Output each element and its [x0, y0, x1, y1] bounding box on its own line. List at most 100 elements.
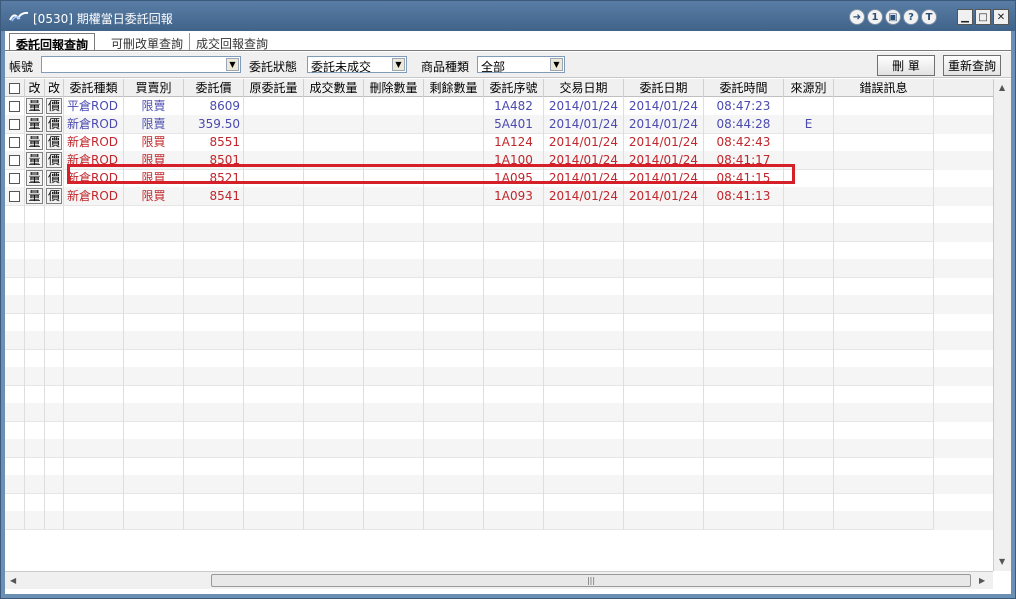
- modify-qty-button[interactable]: 量: [26, 188, 43, 204]
- cell-price: [184, 259, 244, 278]
- close-button[interactable]: ✕: [993, 9, 1009, 25]
- cell-price: [184, 421, 244, 440]
- info-icon[interactable]: 1: [867, 9, 883, 25]
- cell-chk: [5, 97, 25, 116]
- maximize-button[interactable]: □: [975, 9, 991, 25]
- modify-qty-button[interactable]: 量: [26, 152, 43, 168]
- order-grid: 改改委託種類 買賣別 委託價 原委託量 成交數量 刪除數量 剩餘數量 委託序號 交易日期 委託日期…: [5, 79, 993, 571]
- cell-chk: [5, 259, 25, 278]
- cell-serial: [484, 241, 544, 260]
- cell-serial: 1A482: [484, 97, 544, 116]
- scroll-thumb[interactable]: |||: [211, 574, 971, 587]
- modify-price-button[interactable]: 價: [45, 116, 62, 132]
- cell-side: [124, 493, 184, 512]
- print-icon[interactable]: ▣: [885, 9, 901, 25]
- cell-price_btn: [45, 205, 64, 224]
- cell-remaining: [424, 475, 484, 494]
- modify-price-button[interactable]: 價: [45, 188, 62, 204]
- table-row[interactable]: 量價新倉ROD 限買 8551 1A124 2014/01/24 2014/01/24 08…: [5, 133, 993, 152]
- requery-button[interactable]: 重新查詢: [943, 55, 1001, 76]
- table-row[interactable]: 量價平倉ROD 限賣 8609 1A482 2014/01/24 2014/01/24 08…: [5, 97, 993, 116]
- cell-deleted: [364, 133, 424, 152]
- modify-qty-button[interactable]: 量: [26, 170, 43, 186]
- table-row[interactable]: 量價新倉ROD 限賣 359.50 5A401 2014/01/24 2014/01/24…: [5, 115, 993, 134]
- row-checkbox[interactable]: [9, 173, 20, 184]
- cell-orig_qty: [244, 403, 304, 422]
- scroll-up-icon[interactable]: ▲: [999, 83, 1005, 92]
- modify-price-button[interactable]: 價: [45, 152, 62, 168]
- cell-side: [124, 475, 184, 494]
- select-all-checkbox[interactable]: [5, 79, 25, 97]
- checkbox[interactable]: [9, 83, 20, 94]
- column-header: 委託種類: [64, 79, 124, 97]
- cell-filled: [304, 97, 364, 116]
- scroll-right-icon[interactable]: ▶: [979, 576, 985, 585]
- chevron-down-icon[interactable]: ▼: [392, 58, 405, 71]
- cell-price_btn: 價: [45, 187, 64, 206]
- cell-side: 限買: [124, 169, 184, 188]
- tab-fill-report[interactable]: 成交回報查詢: [189, 33, 274, 51]
- chevron-down-icon[interactable]: ▼: [226, 58, 239, 71]
- scroll-down-icon[interactable]: ▼: [999, 557, 1005, 566]
- column-header: 原委託量: [244, 79, 304, 97]
- vertical-scrollbar[interactable]: ▲ ▼: [993, 79, 1011, 571]
- cell-error: [834, 133, 934, 152]
- cell-orig_qty: [244, 277, 304, 296]
- row-checkbox[interactable]: [9, 101, 20, 112]
- modify-qty-button[interactable]: 量: [26, 98, 43, 114]
- cell-deleted: [364, 187, 424, 206]
- row-checkbox[interactable]: [9, 137, 20, 148]
- column-header: 委託日期: [624, 79, 704, 97]
- product-select[interactable]: 全部 ▼: [477, 56, 565, 74]
- cell-qty_btn: [25, 439, 45, 458]
- empty-row: [5, 223, 993, 242]
- cell-time: [704, 331, 784, 350]
- status-select[interactable]: 委託未成交 ▼: [307, 56, 407, 74]
- export-icon[interactable]: ➜: [849, 9, 865, 25]
- cell-remaining: [424, 493, 484, 512]
- empty-row: [5, 277, 993, 296]
- table-row[interactable]: 量價新倉ROD 限買 8501 1A100 2014/01/24 2014/01/24 08…: [5, 151, 993, 170]
- chevron-down-icon[interactable]: ▼: [550, 58, 563, 71]
- cell-orig_qty: [244, 169, 304, 188]
- minimize-button[interactable]: ▁: [957, 9, 973, 25]
- cell-deleted: [364, 205, 424, 224]
- table-row[interactable]: 量價新倉ROD 限買 8541 1A093 2014/01/24 2014/01/24 08…: [5, 187, 993, 206]
- cell-serial: [484, 349, 544, 368]
- cell-time: [704, 259, 784, 278]
- cell-filled: [304, 223, 364, 242]
- cell-order_date: [624, 331, 704, 350]
- cell-time: [704, 313, 784, 332]
- column-header: 交易日期: [544, 79, 624, 97]
- cell-filled: [304, 133, 364, 152]
- row-checkbox[interactable]: [9, 191, 20, 202]
- modify-qty-button[interactable]: 量: [26, 116, 43, 132]
- table-row[interactable]: 量價新倉ROD 限買 8521 1A095 2014/01/24 2014/01/24 08…: [5, 169, 993, 188]
- help-icon[interactable]: ?: [903, 9, 919, 25]
- cell-chk: [5, 349, 25, 368]
- delete-order-button[interactable]: 刪 單: [877, 55, 935, 76]
- topmost-icon[interactable]: T: [921, 9, 937, 25]
- modify-price-button[interactable]: 價: [45, 170, 62, 186]
- modify-price-button[interactable]: 價: [45, 134, 62, 150]
- account-select[interactable]: ▼: [41, 56, 241, 73]
- tab-modifiable-orders[interactable]: 可刪改單查詢: [105, 33, 189, 51]
- cell-chk: [5, 331, 25, 350]
- modify-qty-button[interactable]: 量: [26, 134, 43, 150]
- column-header: 買賣別: [124, 79, 184, 97]
- modify-price-button[interactable]: 價: [45, 98, 62, 114]
- cell-filled: [304, 349, 364, 368]
- tab-order-report[interactable]: 委託回報查詢: [9, 33, 96, 52]
- horizontal-scrollbar[interactable]: ◀ ||| ▶: [5, 571, 993, 589]
- app-window: [0530] 期權當日委託回報 ➜ 1 ▣ ? T ▁ □ ✕ 委託回報查詢 可…: [0, 0, 1016, 599]
- cell-filled: [304, 493, 364, 512]
- cell-side: [124, 511, 184, 530]
- cell-chk: [5, 385, 25, 404]
- row-checkbox[interactable]: [9, 155, 20, 166]
- row-checkbox[interactable]: [9, 119, 20, 130]
- cell-source: [784, 511, 834, 530]
- cell-remaining: [424, 169, 484, 188]
- cell-source: [784, 439, 834, 458]
- scroll-left-icon[interactable]: ◀: [10, 576, 16, 585]
- cell-trade_date: [544, 457, 624, 476]
